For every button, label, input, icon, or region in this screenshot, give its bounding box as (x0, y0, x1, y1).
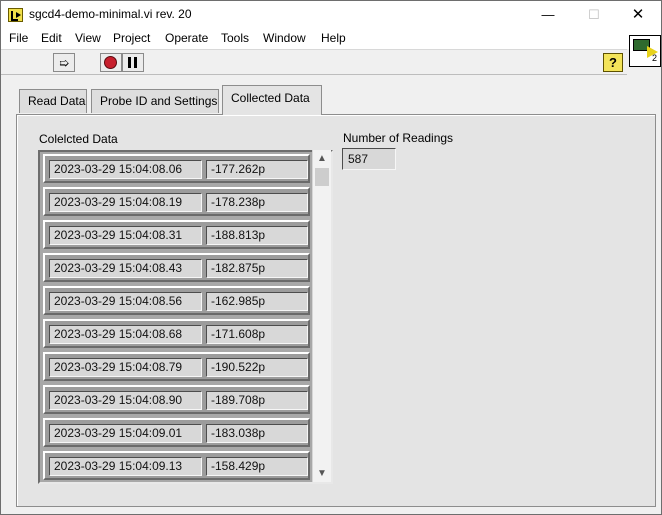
timestamp-cell: 2023-03-29 15:04:08.31 (49, 226, 202, 245)
timestamp-cell: 2023-03-29 15:04:08.06 (49, 160, 202, 179)
scroll-up-icon[interactable]: ▲ (313, 150, 331, 167)
timestamp-cell: 2023-03-29 15:04:09.01 (49, 424, 202, 443)
table-row: 2023-03-29 15:04:08.79 -190.522p (43, 352, 310, 381)
scrollbar-thumb[interactable] (315, 168, 329, 186)
table-row: 2023-03-29 15:04:08.56 -162.985p (43, 286, 310, 315)
close-button[interactable]: ✕ (615, 1, 661, 29)
run-continuously-button[interactable]: ➯ (53, 53, 75, 72)
value-cell: -171.608p (206, 325, 308, 344)
menu-project[interactable]: Project (113, 31, 150, 45)
toolbar: ➯ ? (1, 49, 627, 75)
tab-read-data[interactable]: Read Data (19, 89, 87, 113)
menu-file[interactable]: File (9, 31, 28, 45)
window-title: sgcd4-demo-minimal.vi rev. 20 (29, 7, 192, 21)
run-continuously-icon: ➯ (59, 56, 70, 70)
menu-operate[interactable]: Operate (165, 31, 208, 45)
table-row: 2023-03-29 15:04:08.43 -182.875p (43, 253, 310, 282)
value-cell: -177.262p (206, 160, 308, 179)
number-of-readings-indicator: 587 (342, 148, 396, 170)
value-cell: -162.985p (206, 292, 308, 311)
minimize-button[interactable]: — (525, 1, 571, 29)
menu-window[interactable]: Window (263, 31, 306, 45)
pause-icon (128, 57, 131, 68)
labview-app-icon (8, 8, 23, 22)
table-row: 2023-03-29 15:04:08.90 -189.708p (43, 385, 310, 414)
pause-icon-bar (134, 57, 137, 68)
value-cell: -178.238p (206, 193, 308, 212)
value-cell: -189.708p (206, 391, 308, 410)
abort-execution-button[interactable] (100, 53, 122, 72)
timestamp-cell: 2023-03-29 15:04:08.79 (49, 358, 202, 377)
table-row: 2023-03-29 15:04:08.19 -178.238p (43, 187, 310, 216)
timestamp-cell: 2023-03-29 15:04:08.90 (49, 391, 202, 410)
menu-bar: File Edit View Project Operate Tools Win… (1, 29, 661, 49)
menu-tools[interactable]: Tools (221, 31, 249, 45)
table-row: 2023-03-29 15:04:09.01 -183.038p (43, 418, 310, 447)
timestamp-cell: 2023-03-29 15:04:08.19 (49, 193, 202, 212)
table-row: 2023-03-29 15:04:08.68 -171.608p (43, 319, 310, 348)
vi-icon[interactable]: 2 (629, 35, 661, 67)
title-bar[interactable]: sgcd4-demo-minimal.vi rev. 20 — ☐ ✕ (1, 1, 661, 29)
collected-data-label: Colelcted Data (39, 132, 118, 146)
timestamp-cell: 2023-03-29 15:04:08.56 (49, 292, 202, 311)
table-row: 2023-03-29 15:04:09.13 -158.429p (43, 451, 310, 480)
tab-collected-data[interactable]: Collected Data (222, 85, 322, 115)
table-row: 2023-03-29 15:04:08.31 -188.813p (43, 220, 310, 249)
tab-probe-id-settings[interactable]: Probe ID and Settings (91, 89, 219, 113)
table-row: 2023-03-29 15:04:08.06 -177.262p (43, 154, 310, 183)
timestamp-cell: 2023-03-29 15:04:08.43 (49, 259, 202, 278)
abort-execution-icon (104, 56, 117, 69)
pause-button[interactable] (122, 53, 144, 72)
menu-edit[interactable]: Edit (41, 31, 62, 45)
maximize-button[interactable]: ☐ (571, 1, 617, 29)
array-scrollbar[interactable]: ▲ ▼ (312, 150, 331, 482)
value-cell: -158.429p (206, 457, 308, 476)
menu-view[interactable]: View (75, 31, 101, 45)
number-of-readings-label: Number of Readings (343, 131, 454, 145)
value-cell: -190.522p (206, 358, 308, 377)
timestamp-cell: 2023-03-29 15:04:09.13 (49, 457, 202, 476)
menu-help[interactable]: Help (321, 31, 346, 45)
value-cell: -183.038p (206, 424, 308, 443)
value-cell: -182.875p (206, 259, 308, 278)
collected-data-array: 2023-03-29 15:04:08.06 -177.262p 2023-03-2… (38, 150, 333, 484)
value-cell: -188.813p (206, 226, 308, 245)
vi-window: sgcd4-demo-minimal.vi rev. 20 — ☐ ✕ File… (0, 0, 662, 515)
scroll-down-icon[interactable]: ▼ (313, 465, 331, 482)
timestamp-cell: 2023-03-29 15:04:08.68 (49, 325, 202, 344)
vi-icon-number: 2 (652, 53, 658, 63)
context-help-button[interactable]: ? (603, 53, 623, 72)
